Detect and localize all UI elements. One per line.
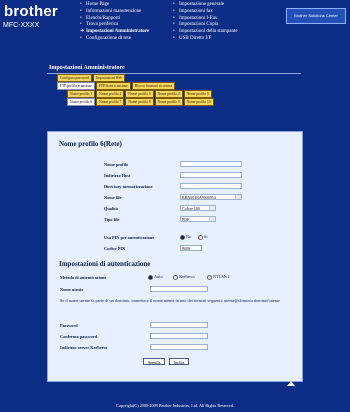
form-title: Nome profilo 6(Rete) (59, 140, 122, 148)
nav-item[interactable]: • Configurazione di rete (80, 36, 149, 43)
tab-row-1: Configura password Impostazioni Web (57, 74, 126, 82)
nav-item[interactable]: • Elenchi/Rapporti (80, 16, 149, 23)
label-tipo-file: Tipo file (104, 217, 120, 222)
label-indirizzo-host: Indirizzo Host (104, 173, 131, 178)
page-title: Impostazioni Amministratore (49, 65, 125, 71)
chevron-down-icon (209, 217, 215, 221)
tab-blocco-funzioni[interactable]: Blocco funzioni sicurezza (131, 82, 176, 90)
nav-item[interactable]: • Trova periferica (80, 22, 149, 29)
label-codice-pin: Codice PIN (104, 246, 126, 251)
nav-col-1: • Home Page • Informazioni manutenzione • E… (80, 2, 149, 43)
label-qualita: Qualità (104, 206, 118, 211)
nav-col-2: • Impostazione generale • Impostazioni fax… (173, 2, 238, 43)
solutions-center-button[interactable]: Brother Solutions Center (286, 8, 346, 24)
tab-row-2: FTP/profilo scansione FTP/Scan scansione B… (57, 82, 176, 90)
auth-kerberos-radio[interactable]: Kerberos (173, 274, 195, 280)
model-name: MFC-XXXX (3, 22, 40, 29)
nome-profilo-input[interactable] (180, 161, 242, 167)
label-nome-utente: Nome utente (60, 287, 84, 292)
tab-profilo-7[interactable]: Nome profilo 7 (96, 98, 125, 106)
label-conferma-password: Conferma password (60, 334, 98, 339)
nav-item[interactable]: • Impostazioni della stampante (173, 29, 238, 36)
tab-profilo-3[interactable]: Nome profilo 3 (125, 90, 154, 98)
cancel-button[interactable]: Annulla (143, 358, 165, 365)
tab-impostazioni-web[interactable]: Impostazioni Web (93, 74, 126, 82)
nome-utente-input[interactable] (150, 286, 208, 292)
auth-auto-radio[interactable]: Auto (148, 274, 163, 280)
tab-profilo-9[interactable]: Nome profilo 9 (154, 98, 183, 106)
copyright: Copyright(C) 2000-2009 Brother Industrie… (116, 403, 234, 408)
nav-item[interactable]: • Informazioni manutenzione (80, 9, 149, 16)
codice-pin-input[interactable]: 0000 (180, 245, 202, 251)
kerberos-server-input[interactable] (150, 344, 208, 350)
tab-row-4: Nome profilo 6 Nome profilo 7 Nome profilo… (67, 98, 215, 106)
tab-ftp-scan[interactable]: FTP/Scan scansione (95, 82, 131, 90)
label-directory: Directory memorizzazione (104, 184, 153, 189)
tab-profilo-8[interactable]: Nome profilo 8 (125, 98, 154, 106)
nav-item[interactable]: • Impostazioni fax (173, 9, 238, 16)
chevron-down-icon (209, 206, 215, 210)
nav-item-active[interactable]: ➔ Impostazioni Amministratore (80, 29, 149, 36)
indirizzo-host-input[interactable] (180, 172, 242, 178)
settings-panel: Nome profilo 6(Rete) Nome profilo Indiri… (47, 131, 303, 382)
label-kerberos-server: Indirizzo server Kerberos (60, 345, 108, 350)
directory-input[interactable] (180, 183, 242, 189)
scroll-top-icon[interactable] (287, 381, 295, 386)
tipo-file-select[interactable]: PDF (180, 216, 216, 222)
tab-profilo-5[interactable]: Nome profilo 5 (183, 90, 212, 98)
label-metodo-auth: Metodo di autenticazione (60, 275, 107, 280)
tab-profilo-2[interactable]: Nome profilo 2 (96, 90, 125, 98)
password-input[interactable] (150, 322, 208, 328)
chevron-down-icon (235, 195, 241, 199)
label-nome-profilo: Nome profilo (104, 162, 129, 167)
auth-ntlmv2-radio[interactable]: NTLMv2 (207, 274, 229, 280)
header: brother MFC-XXXX • Home Page • Informazion… (0, 0, 350, 60)
conferma-password-input[interactable] (150, 333, 208, 339)
pin-no-radio[interactable]: No (180, 234, 191, 240)
tab-row-3: Nome profilo 1 Nome profilo 2 Nome profilo… (67, 90, 213, 98)
label-nome-file: Nome file (104, 195, 122, 200)
auth-title: Impostazioni di autenticazione (59, 260, 151, 268)
tab-profilo-4[interactable]: Nome profilo 4 (154, 90, 183, 98)
username-format-note: Se il nome utente fa parte di un dominio… (60, 298, 280, 303)
tab-profilo-6[interactable]: Nome profilo 6 (67, 98, 96, 106)
label-usa-pin: Usa PIN per autenticazione (104, 235, 155, 240)
pin-si-radio[interactable]: Sì (198, 234, 208, 240)
nome-file-select[interactable]: BRN001BA9000954 (180, 194, 242, 200)
label-password: Password (60, 323, 78, 328)
nav-item[interactable]: • Home Page (80, 2, 149, 9)
nav-item[interactable]: • Impostazioni Copia (173, 22, 238, 29)
tab-profilo-10[interactable]: Nome profilo 10 (183, 98, 214, 106)
nav-item[interactable]: • Impostazioni I-Fax (173, 16, 238, 23)
tab-profilo-1[interactable]: Nome profilo 1 (67, 90, 96, 98)
nav-item[interactable]: • USB Diretto I/F (173, 36, 238, 43)
submit-button[interactable]: Inoltra (169, 358, 189, 365)
tab-ftp-profilo[interactable]: FTP/profilo scansione (57, 82, 95, 90)
brother-logo: brother (4, 3, 58, 20)
qualita-select[interactable]: Colore 100 (180, 205, 216, 211)
nav-item[interactable]: • Impostazione generale (173, 2, 238, 9)
tab-configura-password[interactable]: Configura password (57, 74, 93, 82)
